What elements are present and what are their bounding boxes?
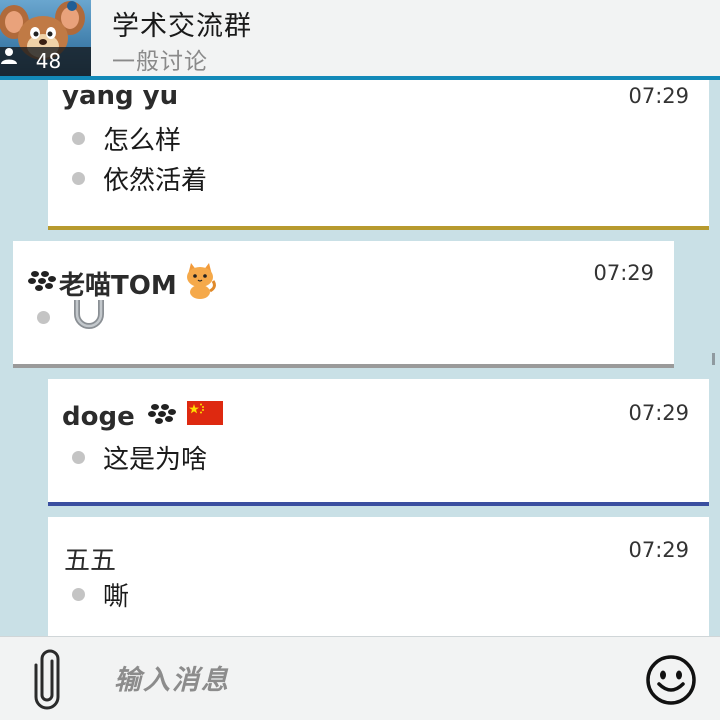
sender-name: yang yu bbox=[62, 81, 179, 111]
message-line: 依然活着 bbox=[72, 160, 207, 197]
horseshoe-emoji-icon bbox=[72, 297, 106, 338]
sender-name-text: doge bbox=[62, 401, 135, 432]
message-time: 07:29 bbox=[628, 401, 689, 425]
bullet-dot bbox=[72, 172, 85, 185]
message-line: 嘶 bbox=[72, 576, 129, 613]
message-bubble[interactable]: doge 07:29 这是为啥 bbox=[48, 379, 709, 506]
bullet-dot bbox=[72, 451, 85, 464]
message-time: 07:29 bbox=[593, 261, 654, 285]
message-list[interactable]: yang yu 07:29 怎么样 依然活着 老喵TOM 07:29 doge … bbox=[0, 80, 720, 636]
message-text: 怎么样 bbox=[103, 126, 182, 156]
member-count: 48 bbox=[35, 49, 62, 73]
scroll-indicator[interactable] bbox=[712, 353, 715, 365]
bullet-dot bbox=[37, 311, 50, 324]
group-avatar[interactable]: 48 bbox=[0, 0, 91, 76]
message-text: 嘶 bbox=[103, 582, 130, 612]
blackberry-icon bbox=[147, 402, 177, 432]
message-text: 依然活着 bbox=[103, 166, 208, 196]
group-title: 学术交流群 bbox=[112, 11, 252, 42]
bullet-dot bbox=[72, 132, 85, 145]
message-time: 07:29 bbox=[628, 538, 689, 562]
blackberry-icon bbox=[27, 269, 57, 299]
message-time: 07:29 bbox=[628, 84, 689, 108]
message-text: 这是为啥 bbox=[103, 445, 208, 475]
cat-emoji-icon bbox=[183, 261, 217, 306]
chat-screen: 48 学术交流群 一般讨论 yang yu 07:29 怎么样 依然活着 老喵T… bbox=[0, 0, 720, 720]
paperclip-icon[interactable] bbox=[30, 649, 66, 711]
member-count-badge: 48 bbox=[0, 47, 91, 76]
message-line bbox=[37, 297, 106, 338]
message-line: 这是为啥 bbox=[72, 439, 207, 476]
china-flag-icon bbox=[186, 401, 223, 432]
message-line: 怎么样 bbox=[72, 120, 181, 157]
chat-header: 48 学术交流群 一般讨论 bbox=[0, 0, 720, 80]
composer-bar bbox=[0, 636, 720, 720]
smiley-icon[interactable] bbox=[645, 654, 697, 706]
message-input[interactable] bbox=[112, 659, 616, 701]
group-subtitle: 一般讨论 bbox=[112, 49, 208, 75]
message-bubble[interactable]: 五五 07:29 嘶 bbox=[48, 517, 709, 636]
bullet-dot bbox=[72, 588, 85, 601]
message-bubble[interactable]: 老喵TOM 07:29 bbox=[13, 241, 674, 368]
message-bubble[interactable]: yang yu 07:29 怎么样 依然活着 bbox=[48, 80, 709, 230]
sender-name: doge bbox=[62, 401, 223, 432]
sender-name: 五五 bbox=[64, 546, 117, 576]
